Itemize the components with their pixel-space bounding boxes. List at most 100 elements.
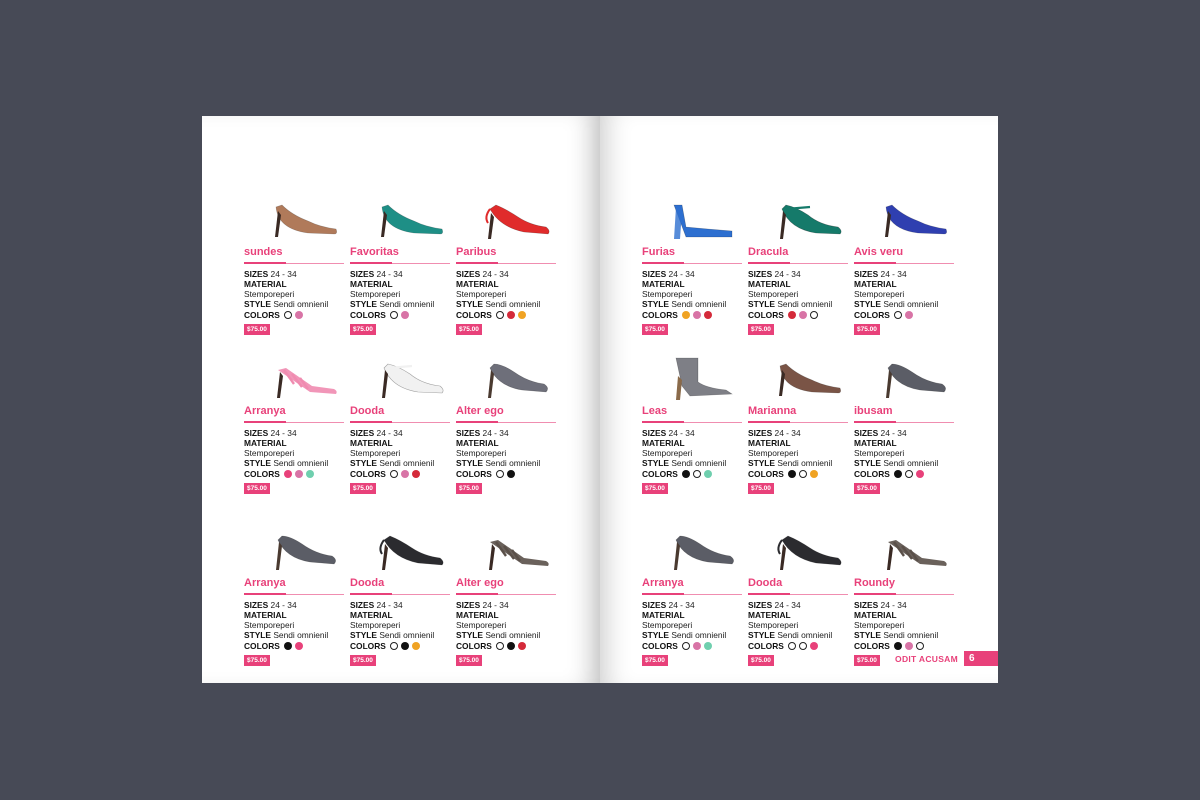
color-swatch[interactable] (809, 470, 818, 478)
product-name[interactable]: sundes (244, 246, 283, 258)
right-page: ODIT ACUSAM 6 Furias SIZES 24 - 34 MATER… (600, 116, 998, 683)
color-swatch[interactable] (798, 470, 807, 478)
product-name[interactable]: Arranya (244, 577, 286, 589)
product-name[interactable]: Marianna (748, 405, 796, 417)
shoe-photo (354, 356, 454, 402)
product-info: SIZES 24 - 34 MATERIAL Stemporeperi STYL… (244, 428, 348, 494)
color-swatch[interactable] (787, 642, 796, 650)
color-swatch[interactable] (389, 642, 398, 650)
product-card: Leas SIZES 24 - 34 MATERIAL Stemporeperi… (642, 314, 746, 494)
color-swatch[interactable] (411, 470, 420, 478)
product-name[interactable]: Avis veru (854, 246, 903, 258)
material-label: MATERIAL (456, 610, 499, 620)
sizes-label: SIZES (244, 600, 269, 610)
color-swatch[interactable] (294, 470, 303, 478)
color-swatch[interactable] (798, 642, 807, 650)
material-label: MATERIAL (244, 279, 287, 289)
product-name[interactable]: Favoritas (350, 246, 399, 258)
style-row: STYLE Sendi omnienil (350, 458, 454, 468)
name-divider (748, 421, 848, 423)
shoe-image (887, 540, 947, 570)
colors-row: COLORS (854, 469, 958, 479)
product-name[interactable]: Furias (642, 246, 675, 258)
color-swatch[interactable] (915, 642, 924, 650)
shoe-photo (858, 197, 958, 243)
color-swatch[interactable] (506, 470, 515, 478)
color-swatch[interactable] (904, 470, 913, 478)
color-swatch[interactable] (400, 470, 409, 478)
product-card: Dooda SIZES 24 - 34 MATERIAL Stemporeper… (748, 486, 852, 666)
color-swatch[interactable] (495, 642, 504, 650)
color-swatch[interactable] (692, 470, 701, 478)
color-swatch[interactable] (904, 642, 913, 650)
colors-row: COLORS (244, 641, 348, 651)
product-name[interactable]: Alter ego (456, 577, 504, 589)
color-swatch[interactable] (893, 470, 902, 478)
product-name[interactable]: Roundy (854, 577, 895, 589)
shoe-image (277, 368, 337, 398)
color-swatch[interactable] (703, 470, 712, 478)
price-badge: $75.00 (350, 655, 376, 666)
style-row: STYLE Sendi omnienil (748, 299, 852, 309)
material-value: Stemporeperi (244, 448, 295, 458)
color-swatch[interactable] (681, 470, 690, 478)
sizes-label: SIZES (642, 269, 667, 279)
color-swatch[interactable] (787, 470, 796, 478)
colors-label: COLORS (456, 641, 492, 651)
name-divider (244, 262, 344, 264)
product-name[interactable]: Dooda (350, 405, 384, 417)
sizes-value: 24 - 34 (270, 600, 297, 610)
shoe-image (780, 204, 842, 239)
shoe-image (485, 204, 550, 239)
price-badge: $75.00 (456, 655, 482, 666)
colors-row: COLORS (456, 641, 560, 651)
shoe-image (489, 540, 549, 570)
color-swatch[interactable] (283, 642, 292, 650)
shoe-image (488, 363, 548, 398)
style-label: STYLE (456, 458, 483, 468)
colors-row: COLORS (854, 641, 958, 651)
color-swatch[interactable] (703, 642, 712, 650)
color-swatch[interactable] (517, 642, 526, 650)
style-label: STYLE (350, 299, 377, 309)
product-name[interactable]: Leas (642, 405, 667, 417)
material-label: MATERIAL (350, 279, 393, 289)
product-name[interactable]: Arranya (642, 577, 684, 589)
color-swatch[interactable] (294, 642, 303, 650)
color-swatch[interactable] (283, 470, 292, 478)
sizes-row: SIZES 24 - 34 (642, 600, 746, 610)
style-value: Sendi omnienil (379, 299, 435, 309)
product-name[interactable]: Alter ego (456, 405, 504, 417)
material-label: MATERIAL (642, 279, 685, 289)
color-swatch[interactable] (400, 642, 409, 650)
style-row: STYLE Sendi omnienil (642, 458, 746, 468)
color-swatch[interactable] (915, 470, 924, 478)
name-divider (244, 421, 344, 423)
product-name[interactable]: Paribus (456, 246, 496, 258)
sizes-label: SIZES (854, 600, 879, 610)
color-swatch[interactable] (305, 470, 314, 478)
style-value: Sendi omnienil (379, 458, 435, 468)
color-swatch[interactable] (692, 642, 701, 650)
color-swatch[interactable] (495, 470, 504, 478)
sizes-row: SIZES 24 - 34 (854, 428, 958, 438)
product-name[interactable]: Arranya (244, 405, 286, 417)
product-name[interactable]: Dooda (748, 577, 782, 589)
color-swatch[interactable] (506, 642, 515, 650)
color-swatch[interactable] (411, 642, 420, 650)
sizes-label: SIZES (350, 428, 375, 438)
color-swatch[interactable] (389, 470, 398, 478)
style-value: Sendi omnienil (485, 458, 541, 468)
product-info: SIZES 24 - 34 MATERIAL Stemporeperi STYL… (854, 428, 958, 494)
material-value: Stemporeperi (854, 448, 905, 458)
shoe-photo (460, 356, 560, 402)
color-swatch[interactable] (893, 642, 902, 650)
shoe-image (275, 204, 337, 237)
product-name[interactable]: ibusam (854, 405, 893, 417)
shoe-image (777, 535, 842, 570)
product-name[interactable]: Dooda (350, 577, 384, 589)
color-swatch[interactable] (681, 642, 690, 650)
color-swatch[interactable] (809, 642, 818, 650)
product-name[interactable]: Dracula (748, 246, 788, 258)
style-label: STYLE (350, 458, 377, 468)
